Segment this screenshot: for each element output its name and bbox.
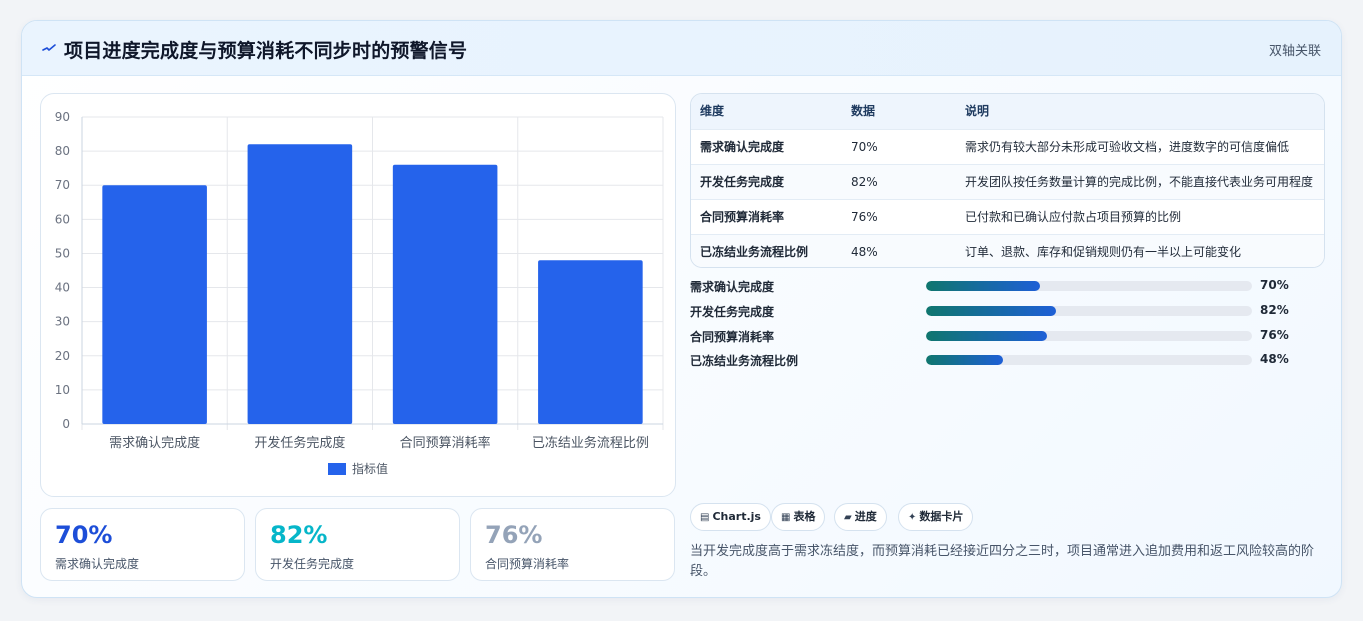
progress-fill [926, 306, 1057, 316]
table-row: 已冻结业务流程比例 48% 订单、退款、库存和促销规则仍有一半以上可能变化 [691, 234, 1324, 267]
progress-label: 合同预算消耗率 [690, 330, 775, 344]
table-header-cell: 维度 [700, 104, 725, 118]
kpi-label: 需求确认完成度 [55, 557, 140, 571]
y-tick-label: 0 [62, 417, 70, 431]
bar-chart: 0 10 20 30 40 50 60 70 80 90 需求确认完成度 开发任务完成度 合同预算消耗率… [55, 110, 664, 476]
table-cell: 开发任务完成度 [700, 175, 785, 189]
kpi-label: 合同预算消耗率 [485, 557, 570, 571]
progress-fill [926, 281, 1041, 291]
progress-value: 70% [1260, 278, 1289, 292]
progress-track [926, 355, 1252, 365]
chip-table[interactable]: ▦ 表格 [771, 503, 826, 531]
bar-chart-panel: 0 10 20 30 40 50 60 70 80 90 需求确认完成度 开发任务完成度 合同预算消耗率… [40, 93, 676, 497]
y-tick-label: 30 [55, 315, 70, 329]
bar [392, 164, 498, 424]
progress-label: 开发任务完成度 [690, 305, 775, 319]
kpi-card: 70% 需求确认完成度 [40, 508, 245, 581]
table-icon: ▦ [781, 512, 791, 523]
table-cell: 76% [851, 210, 878, 224]
chip-label: Chart.js [712, 510, 761, 523]
progress-track [926, 306, 1252, 316]
chart-icon: ▤ [700, 512, 710, 523]
table-cell: 48% [851, 245, 878, 259]
chip-label: 表格 [793, 510, 816, 523]
x-tick-label: 需求确认完成度 [109, 435, 200, 451]
progress-fill [926, 331, 1047, 341]
x-tick-label: 开发任务完成度 [254, 435, 345, 451]
x-tick-label: 已冻结业务流程比例 [532, 435, 649, 451]
y-tick-label: 50 [55, 246, 70, 260]
table-header-row: 维度 数据 说明 [691, 94, 1324, 129]
header-tag: 双轴关联 [1268, 44, 1321, 59]
chip-progress[interactable]: ▰ 进度 [834, 503, 887, 531]
table-cell: 开发团队按任务数量计算的完成比例，不能直接代表业务可用程度 [965, 175, 1314, 189]
chip-label: 进度 [854, 510, 877, 523]
kpi-value: 70% [55, 521, 113, 549]
table-row: 合同预算消耗率 76% 已付款和已确认应付款占项目预算的比例 [691, 199, 1324, 234]
table-header-cell: 数据 [851, 104, 876, 118]
table-cell: 82% [851, 175, 878, 189]
table-cell: 订单、退款、库存和促销规则仍有一半以上可能变化 [965, 245, 1242, 259]
table-row: 需求确认完成度 70% 需求仍有较大部分未形成可验收文档，进度数字的可信度偏低 [691, 129, 1324, 164]
progress-row: 已冻结业务流程比例 48% [690, 350, 1310, 370]
kpi-label: 开发任务完成度 [270, 557, 355, 571]
page-title: 项目进度完成度与预算消耗不同步时的预警信号 [64, 40, 468, 62]
table-cell: 需求仍有较大部分未形成可验收文档，进度数字的可信度偏低 [965, 140, 1290, 154]
y-tick-label: 10 [55, 383, 70, 397]
kpi-card: 82% 开发任务完成度 [255, 508, 460, 581]
data-table: 维度 数据 说明 需求确认完成度 70% 需求仍有较大部分未形成可验收文档，进度… [690, 93, 1325, 268]
table-header-cell: 说明 [965, 104, 990, 118]
y-tick-label: 40 [55, 281, 70, 295]
bar [102, 185, 207, 424]
progress-value: 48% [1260, 352, 1289, 366]
table-cell: 需求确认完成度 [700, 140, 785, 154]
y-tick-label: 60 [55, 212, 70, 226]
bar [247, 144, 353, 424]
sparkle-icon: ✦ [908, 512, 917, 523]
legend-swatch [328, 463, 346, 475]
table-cell: 已付款和已确认应付款占项目预算的比例 [965, 210, 1182, 224]
y-tick-label: 90 [55, 110, 70, 124]
table-cell: 合同预算消耗率 [700, 210, 785, 224]
legend-label: 指标值 [352, 461, 388, 476]
bar [538, 260, 643, 424]
progress-label: 需求确认完成度 [690, 280, 775, 294]
progress-track [926, 281, 1252, 291]
table-cell: 已冻结业务流程比例 [700, 245, 809, 259]
kpi-value: 76% [485, 521, 543, 549]
progress-value: 82% [1260, 303, 1289, 317]
progress-track [926, 331, 1252, 341]
y-tick-label: 70 [55, 178, 70, 192]
chip-label: 数据卡片 [919, 510, 964, 523]
pulse-icon [42, 40, 56, 56]
progress-row: 开发任务完成度 82% [690, 301, 1310, 321]
table-cell: 70% [851, 140, 878, 154]
x-tick-label: 合同预算消耗率 [400, 435, 491, 451]
chip-chartjs[interactable]: ▤ Chart.js [690, 503, 771, 531]
footnote-text: 当开发完成度高于需求冻结度，而预算消耗已经接近四分之三时，项目通常进入追加费用和… [690, 544, 1315, 579]
y-tick-label: 80 [55, 144, 70, 158]
progress-value: 76% [1260, 328, 1289, 342]
dashboard-card: 项目进度完成度与预算消耗不同步时的预警信号 双轴关联 0 10 20 30 40 50 60… [21, 20, 1342, 598]
progress-fill [926, 355, 1003, 365]
progress-row: 合同预算消耗率 76% [690, 326, 1310, 346]
chip-data-card[interactable]: ✦ 数据卡片 [898, 503, 974, 531]
y-tick-label: 20 [55, 349, 70, 363]
table-row: 开发任务完成度 82% 开发团队按任务数量计算的完成比例，不能直接代表业务可用程… [691, 164, 1324, 199]
progress-icon: ▰ [844, 512, 852, 523]
progress-row: 需求确认完成度 70% [690, 276, 1310, 296]
card-header: 项目进度完成度与预算消耗不同步时的预警信号 双轴关联 [22, 21, 1341, 76]
progress-label: 已冻结业务流程比例 [690, 354, 799, 368]
kpi-value: 82% [270, 521, 328, 549]
kpi-card: 76% 合同预算消耗率 [470, 508, 675, 581]
